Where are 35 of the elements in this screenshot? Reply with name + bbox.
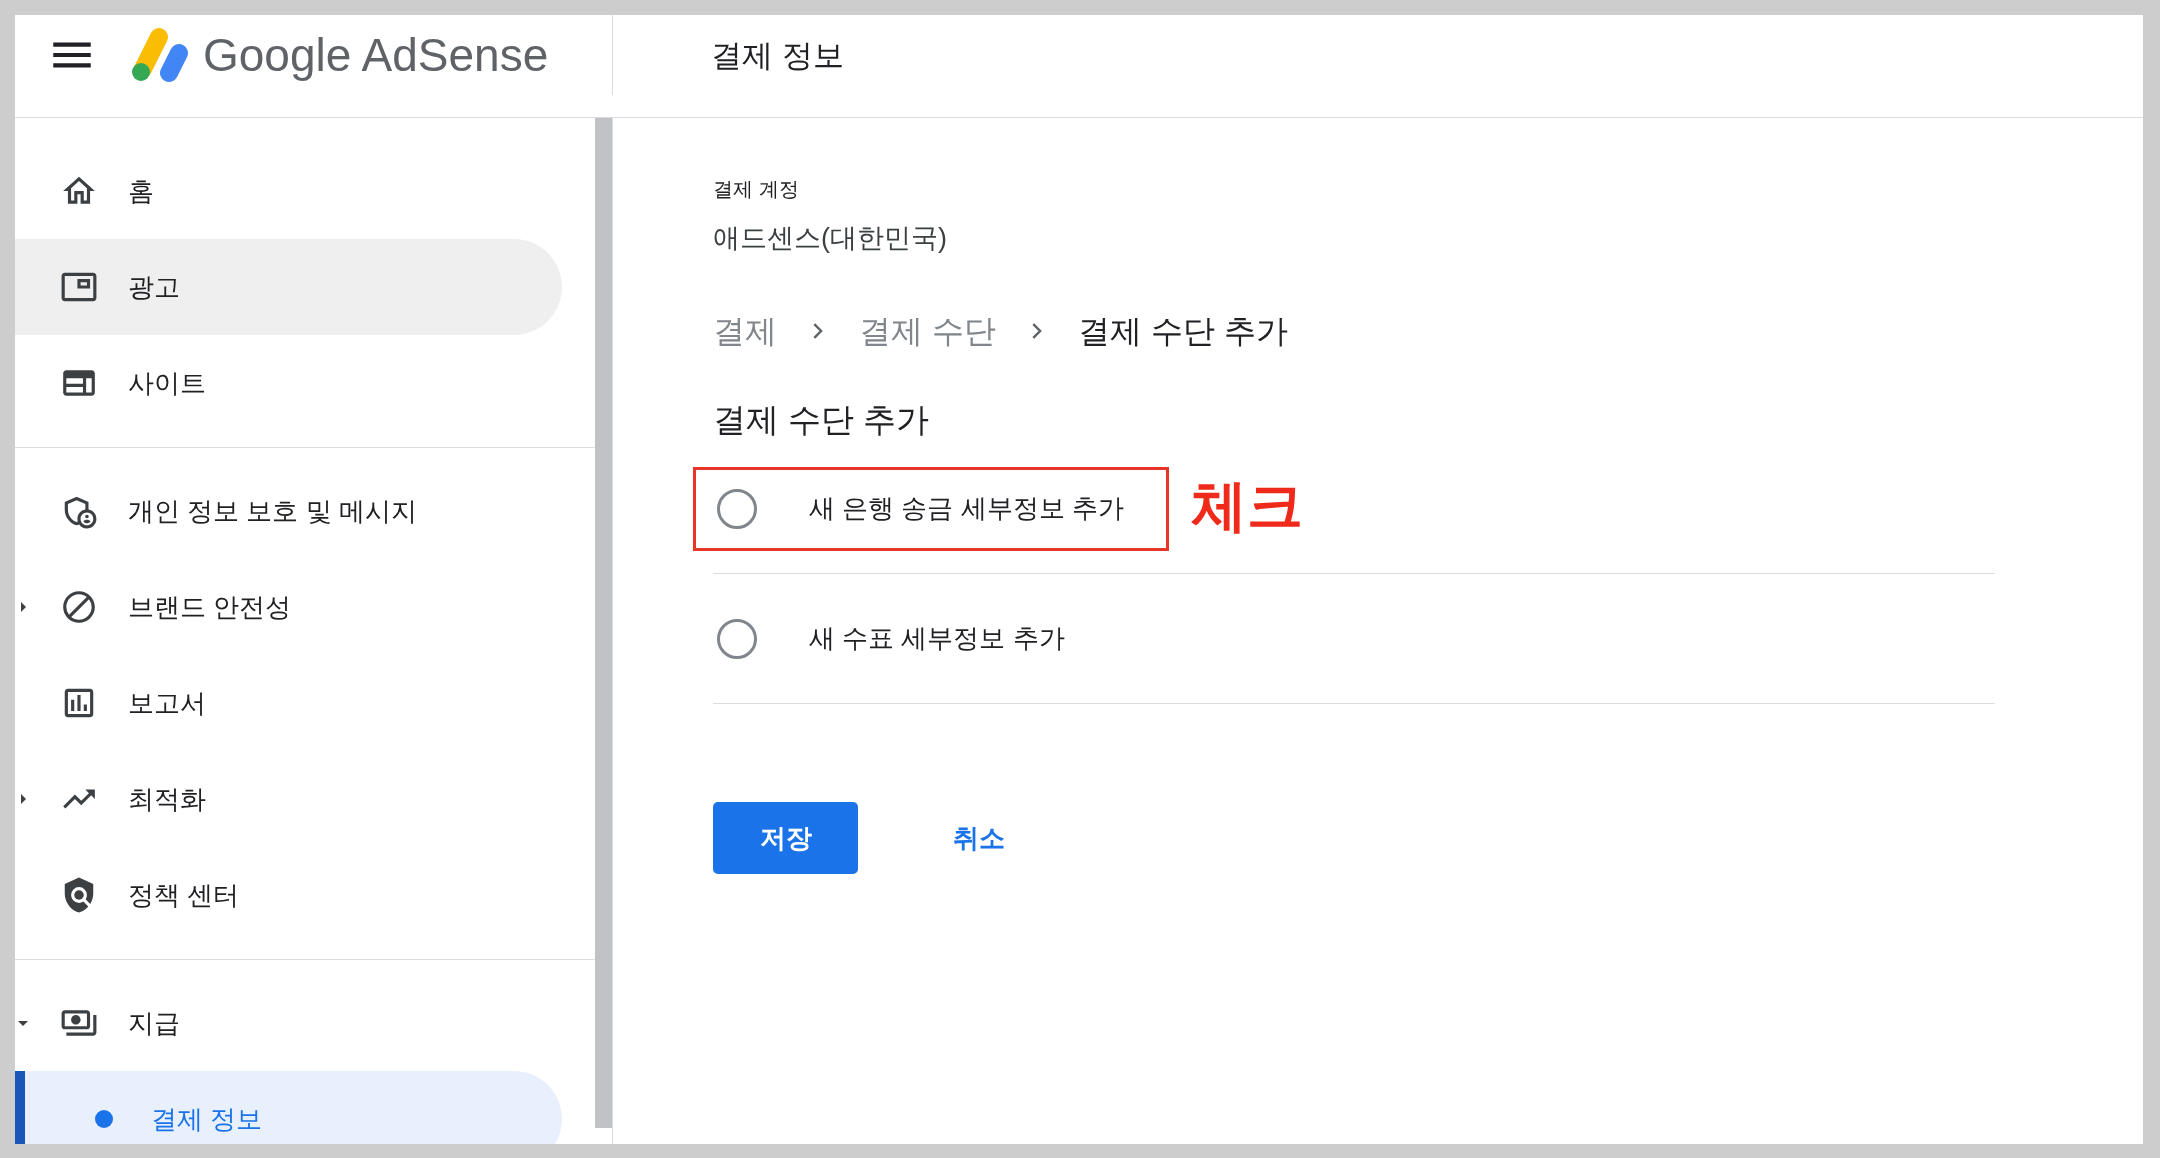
expand-caret-icon[interactable] — [21, 602, 26, 612]
scrollbar[interactable] — [595, 118, 612, 1128]
block-icon — [60, 588, 98, 626]
nav-label: 홈 — [128, 174, 154, 208]
save-button[interactable]: 저장 — [713, 802, 858, 874]
nav-label: 광고 — [128, 270, 180, 304]
chevron-right-icon — [813, 322, 823, 339]
page-title: 결제 정보 — [711, 37, 844, 75]
chevron-right-icon — [1031, 322, 1042, 339]
nav-subitem[interactable]: 결제 정보 — [15, 1071, 562, 1144]
nav-label: 결제 정보 — [151, 1102, 263, 1136]
radio-button[interactable] — [717, 618, 757, 659]
nav-label: 개인 정보 보호 및 메시지 — [128, 494, 417, 528]
account-label: 결제 계정 — [713, 177, 800, 202]
expand-caret-icon[interactable] — [21, 794, 26, 804]
breadcrumb-item: 결제 수단 추가 — [1077, 311, 1288, 351]
cancel-link[interactable]: 취소 — [933, 802, 1025, 874]
nav-label: 사이트 — [128, 366, 206, 400]
product-logo-text: Google AdSense — [203, 27, 549, 83]
breadcrumb-item[interactable]: 결제 — [713, 306, 777, 355]
radio-label: 새 수표 세부정보 추가 — [809, 622, 1065, 655]
radio-label: 새 은행 송금 세부정보 추가 — [809, 492, 1124, 525]
account-value: 애드센스(대한민국) — [713, 222, 948, 255]
collapse-caret-icon[interactable] — [18, 1020, 28, 1026]
nav-label: 최적화 — [128, 782, 206, 816]
section-heading: 결제 수단 추가 — [713, 399, 931, 440]
nav-label: 지급 — [128, 1006, 180, 1040]
nav-label: 브랜드 안전성 — [128, 590, 292, 624]
radio-button[interactable] — [717, 488, 757, 529]
nav-item[interactable]: 광고 — [15, 239, 562, 335]
nav-label: 정책 센터 — [128, 878, 240, 912]
annotation-label: 체크 — [1191, 473, 1303, 539]
breadcrumb-item[interactable]: 결제 수단 — [859, 306, 996, 355]
bullet-icon — [95, 1110, 113, 1128]
nav-label: 보고서 — [128, 686, 206, 720]
